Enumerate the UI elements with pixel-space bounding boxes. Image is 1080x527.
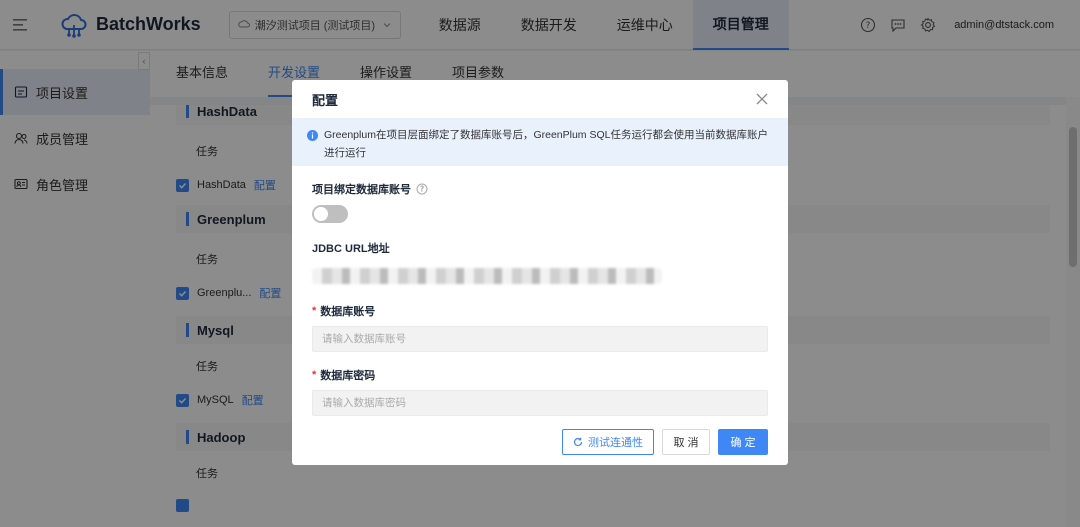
ok-button[interactable]: 确 定 [718,429,768,455]
cancel-button[interactable]: 取 消 [662,429,710,455]
required-mark: * [312,369,317,381]
db-account-label: * 数据库账号 [312,305,376,318]
modal-header: 配置 [292,80,788,118]
required-mark: * [312,305,317,317]
info-alert: Greenplum在项目层面绑定了数据库账号后，GreenPlum SQL任务运… [292,118,788,166]
test-connection-button[interactable]: 测试连通性 [562,429,654,455]
bind-account-switch[interactable] [312,205,348,223]
db-account-input[interactable] [312,326,768,352]
modal-footer: 测试连通性 取 消 确 定 [554,429,768,455]
info-icon [307,129,318,147]
refresh-icon [573,437,583,447]
svg-text:?: ? [420,185,424,194]
bind-account-label: 项目绑定数据库账号 ? [312,181,768,197]
alert-text: Greenplum在项目层面绑定了数据库账号后，GreenPlum SQL任务运… [324,129,768,159]
db-password-label: * 数据库密码 [312,369,376,382]
modal-title: 配置 [312,92,339,108]
config-modal: 配置 Greenplum在项目层面绑定了数据库账号后，GreenPlum SQL… [292,80,788,465]
jdbc-url-value-redacted [312,268,662,284]
question-circle-icon[interactable]: ? [416,183,428,195]
switch-knob [314,207,328,221]
db-password-input[interactable] [312,390,768,416]
config-form: 项目绑定数据库账号 ? JDBC URL地址 *数据库账号 *数据库密码 [292,181,788,416]
close-icon[interactable] [756,93,768,105]
jdbc-url-label: JDBC URL地址 [312,243,390,255]
